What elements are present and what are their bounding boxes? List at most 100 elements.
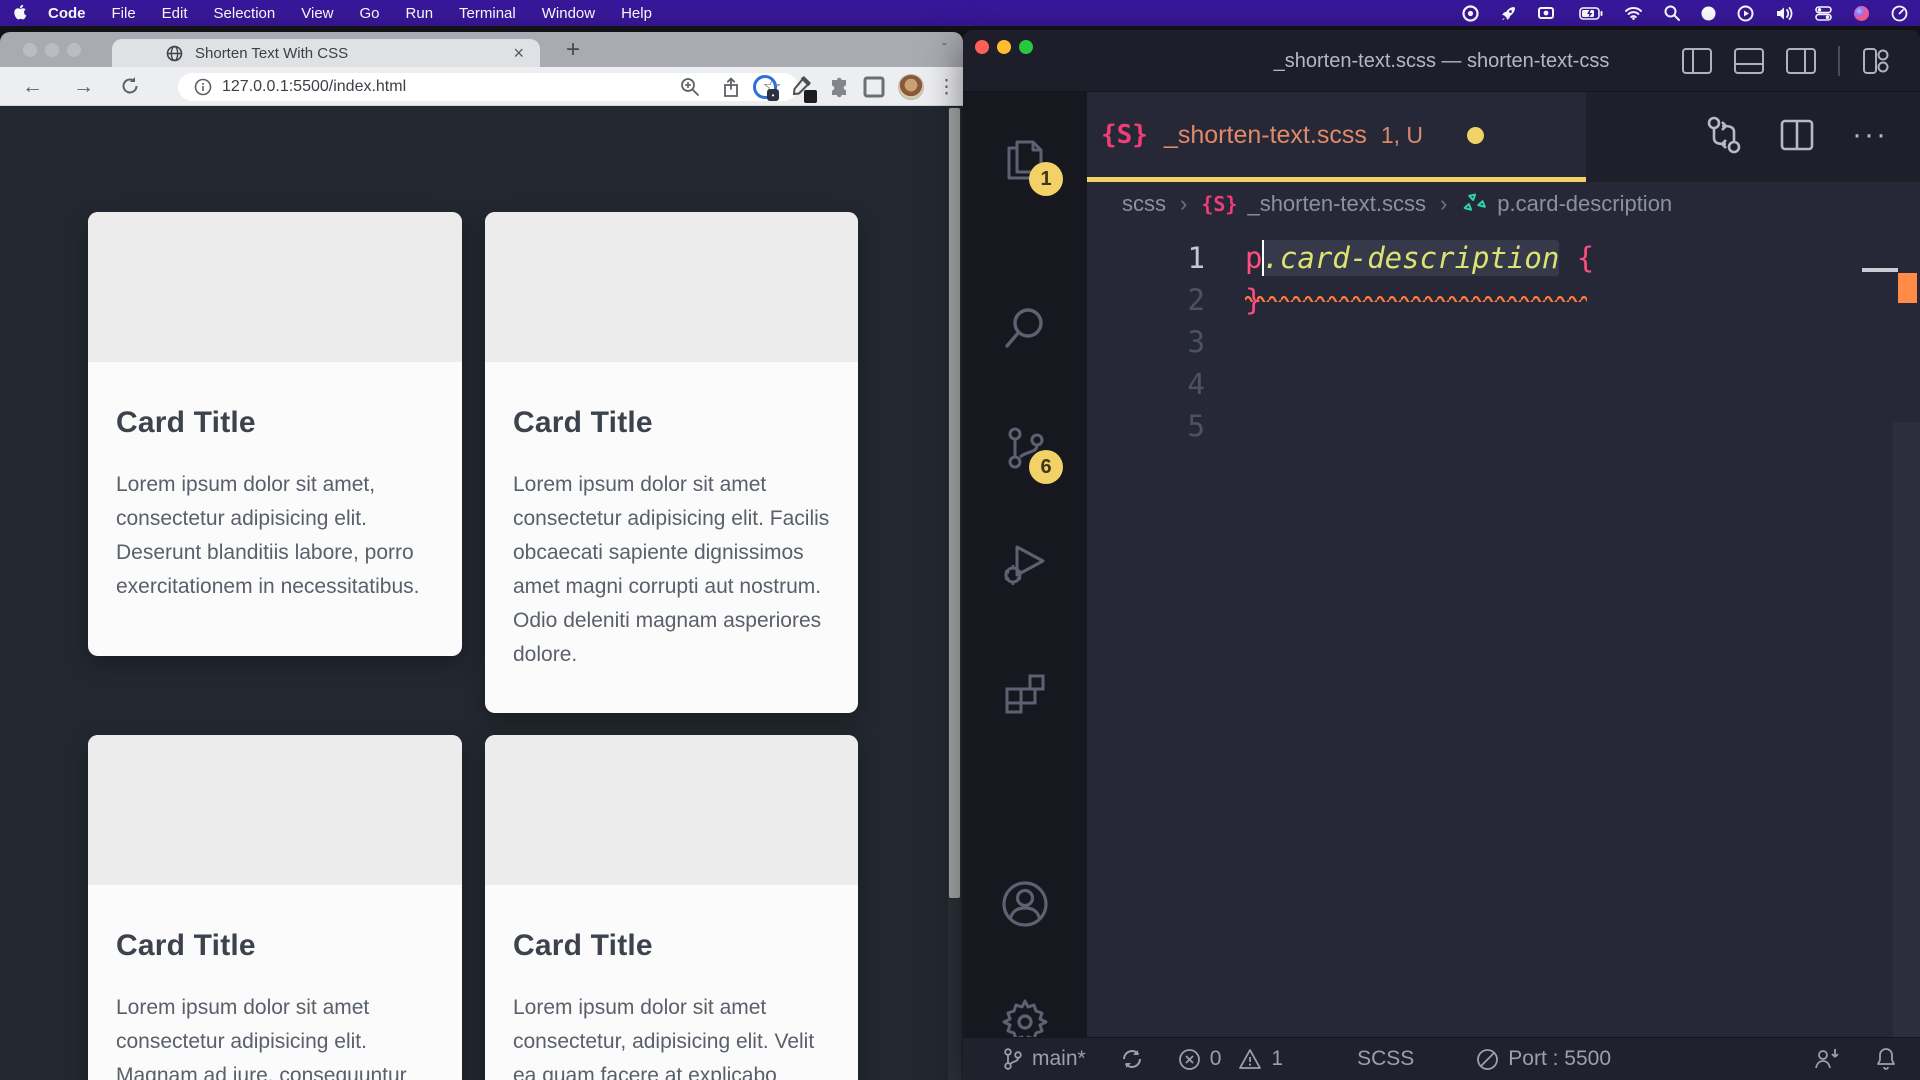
symbol-class-icon: [1461, 192, 1487, 216]
tab-close-icon[interactable]: ×: [513, 44, 524, 62]
breadcrumb-symbol[interactable]: p.card-description: [1497, 191, 1672, 217]
reload-button[interactable]: [120, 76, 140, 96]
problems-status[interactable]: 0 1: [1178, 1047, 1283, 1071]
menu-window[interactable]: Window: [529, 5, 608, 22]
toggle-secondary-sidebar-icon[interactable]: [1786, 48, 1816, 74]
control-center-icon[interactable]: [1815, 6, 1832, 21]
clock-icon[interactable]: [1891, 5, 1908, 22]
siri-icon[interactable]: [1853, 5, 1870, 22]
menu-edit[interactable]: Edit: [149, 5, 201, 22]
password-manager-extension-icon[interactable]: •: [753, 75, 777, 99]
breadcrumb-folder[interactable]: scss: [1122, 191, 1166, 217]
menu-help[interactable]: Help: [608, 5, 665, 22]
window-zoom-button[interactable]: [67, 43, 81, 57]
branch-name: main*: [1032, 1047, 1086, 1071]
url-text[interactable]: 127.0.0.1:5500/index.html: [222, 78, 680, 96]
editor-tab[interactable]: {S} _shorten-text.scss 1, U: [1087, 92, 1586, 178]
menu-go[interactable]: Go: [347, 5, 393, 22]
overview-cursor-marker: [1862, 268, 1898, 272]
volume-icon[interactable]: [1775, 6, 1794, 21]
reading-list-sidebar-icon[interactable]: [863, 76, 885, 98]
menu-terminal[interactable]: Terminal: [446, 5, 529, 22]
screen-mirroring-icon[interactable]: [1538, 6, 1558, 21]
browser-scrollbar[interactable]: [948, 107, 961, 1080]
vscode-window: _shorten-text.scss — shorten-text-css 1 …: [963, 30, 1920, 1080]
error-count: 0: [1210, 1047, 1222, 1071]
notifications-status[interactable]: [1874, 1046, 1898, 1072]
window-minimize-button[interactable]: [45, 43, 59, 57]
menu-file[interactable]: File: [99, 5, 149, 22]
profile-avatar[interactable]: [898, 74, 924, 100]
git-branch-status[interactable]: main*: [1003, 1047, 1086, 1071]
eyedropper-extension-icon[interactable]: [790, 75, 814, 99]
forward-button[interactable]: →: [73, 76, 94, 97]
code-line-2: }: [1245, 283, 1262, 317]
battery-icon[interactable]: [1579, 7, 1603, 20]
live-server-port[interactable]: Port : 5500: [1476, 1047, 1611, 1071]
scrollbar-thumb[interactable]: [949, 108, 960, 898]
menu-app-name[interactable]: Code: [35, 5, 99, 22]
screen-record-icon[interactable]: [1462, 5, 1479, 22]
editor-tab-label: _shorten-text.scss: [1164, 121, 1367, 150]
zoom-in-icon[interactable]: [680, 77, 700, 97]
window-close-button[interactable]: [23, 43, 37, 57]
card-3: Card Title Lorem ipsum dolor sit amet co…: [88, 735, 462, 1080]
source-control-activity-button[interactable]: 6: [963, 408, 1087, 488]
run-debug-activity-button[interactable]: [963, 524, 1087, 604]
chevron-right-icon: ›: [1440, 191, 1447, 217]
wifi-icon[interactable]: [1624, 6, 1643, 20]
new-tab-button[interactable]: +: [566, 36, 580, 64]
menu-selection[interactable]: Selection: [201, 5, 289, 22]
toggle-panel-icon[interactable]: [1734, 48, 1764, 74]
titlebar-separator: [1838, 46, 1840, 76]
explorer-activity-button[interactable]: 1: [963, 120, 1087, 200]
line-number: 3: [1087, 325, 1205, 359]
address-bar[interactable]: 127.0.0.1:5500/index.html ☆: [178, 73, 798, 101]
feedback-status[interactable]: [1814, 1047, 1840, 1071]
browser-menu-dots-icon[interactable]: ⋮: [937, 76, 957, 99]
card-1-title: Card Title: [116, 406, 434, 440]
unsaved-dot-icon[interactable]: [1467, 127, 1484, 144]
toggle-primary-sidebar-icon[interactable]: [1682, 48, 1712, 74]
card-4-image-placeholder: [485, 735, 858, 885]
extensions-puzzle-icon[interactable]: [827, 76, 850, 99]
card-1-image-placeholder: [88, 212, 462, 362]
card-4-title: Card Title: [513, 929, 830, 963]
line-number: 5: [1087, 409, 1205, 443]
apple-menu-icon[interactable]: [14, 5, 29, 22]
site-info-icon[interactable]: [194, 78, 212, 96]
editor-scrollbar[interactable]: [1893, 422, 1920, 1080]
bell-icon: [1874, 1046, 1898, 1072]
code-editor[interactable]: 1 p.card-description { 2 } 3 4 5: [1087, 226, 1920, 1037]
sync-status[interactable]: [1120, 1047, 1144, 1071]
port-icon: [1476, 1048, 1499, 1071]
search-activity-button[interactable]: [963, 288, 1087, 368]
accounts-activity-button[interactable]: [963, 864, 1087, 944]
editor-more-actions-icon[interactable]: ···: [1852, 118, 1888, 152]
play-circle-icon[interactable]: [1737, 5, 1754, 22]
tab-search-chevron-icon[interactable]: ˇ: [942, 40, 947, 56]
menu-view[interactable]: View: [288, 5, 346, 22]
scss-file-icon: {S}: [1101, 120, 1148, 150]
search-icon: [1002, 305, 1048, 351]
language-mode[interactable]: SCSS: [1357, 1047, 1414, 1071]
menu-run[interactable]: Run: [393, 5, 447, 22]
text-cursor: [1262, 240, 1264, 276]
status-bar: main* 0 1 SCSS Port : 5500: [963, 1037, 1920, 1080]
extensions-icon: [1002, 671, 1048, 717]
browser-tab[interactable]: Shorten Text With CSS ×: [112, 39, 540, 67]
spotlight-search-icon[interactable]: [1664, 5, 1680, 21]
explorer-badge: 1: [1029, 162, 1063, 196]
extensions-activity-button[interactable]: [963, 654, 1087, 734]
menubar-app-dot-icon[interactable]: [1701, 6, 1716, 21]
split-editor-icon[interactable]: [1780, 119, 1814, 151]
activity-bar: 1 6: [963, 92, 1087, 1037]
open-changes-icon[interactable]: [1706, 115, 1742, 155]
card-3-description: Lorem ipsum dolor sit amet consectetur a…: [116, 991, 434, 1080]
rocket-icon[interactable]: [1500, 5, 1517, 22]
back-button[interactable]: ←: [22, 76, 43, 97]
customize-layout-icon[interactable]: [1862, 47, 1890, 75]
line-number: 1: [1087, 241, 1205, 275]
share-icon[interactable]: [722, 77, 740, 98]
breadcrumb-file[interactable]: _shorten-text.scss: [1247, 191, 1426, 217]
